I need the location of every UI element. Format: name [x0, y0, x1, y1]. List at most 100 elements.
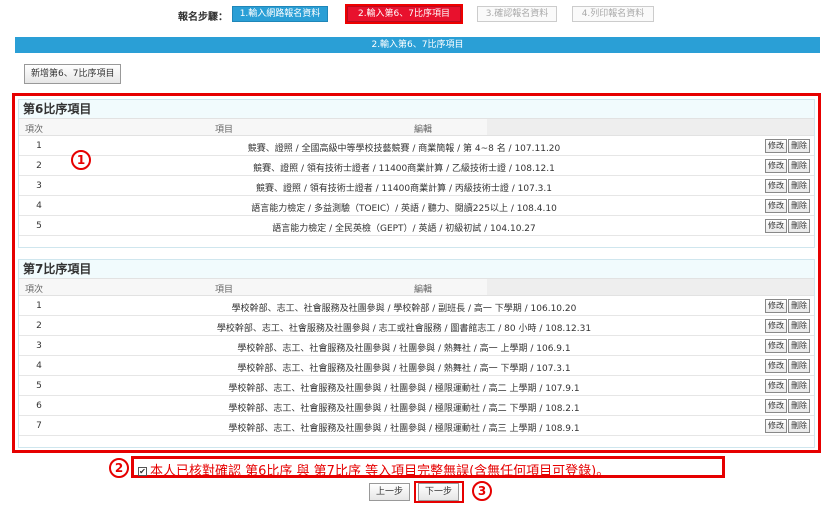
group-6-header: 第6比序項目 — [19, 100, 814, 119]
group-7-column-header: 項次 項目 編輯 — [19, 279, 814, 296]
table-row: 5 學校幹部、志工、社會服務及社團參與 / 社團參與 / 極限運動社 / 高二 … — [19, 376, 814, 396]
table-row: 2 學校幹部、志工、社會服務及社團參與 / 志工或社會服務 / 圖書館志工 / … — [19, 316, 814, 336]
table-row: 2 競賽、證照 / 領有技術士證者 / 11400商業計算 / 乙級技術士證 /… — [19, 156, 814, 176]
delete-button[interactable]: 刪除 — [788, 299, 810, 313]
column-item: 項目 — [215, 125, 234, 135]
modify-button[interactable]: 修改 — [765, 379, 787, 393]
annotation-marker-3: 3 — [472, 481, 492, 501]
row-actions: 修改 刪除 — [764, 339, 810, 353]
row-text: 競賽、證照 / 全國高級中等學校技藝競賽 / 商業簡報 / 第 4~8 名 / … — [247, 144, 561, 154]
delete-button[interactable]: 刪除 — [788, 379, 810, 393]
prev-step-button[interactable]: 上一步 — [369, 483, 411, 501]
delete-button[interactable]: 刪除 — [788, 339, 810, 353]
row-actions: 修改 刪除 — [764, 139, 810, 153]
row-actions: 修改 刪除 — [764, 319, 810, 333]
row-index: 7 — [36, 421, 42, 431]
modify-button[interactable]: 修改 — [765, 179, 787, 193]
group-6-rows: 1 競賽、證照 / 全國高級中等學校技藝競賽 / 商業簡報 / 第 4~8 名 … — [19, 136, 814, 236]
row-text: 競賽、證照 / 領有技術士證者 / 11400商業計算 / 丙級技術士證 / 1… — [256, 184, 552, 194]
table-row: 4 語言能力檢定 / 多益測驗（TOEIC）/ 英語 / 聽力、閱讀225以上 … — [19, 196, 814, 216]
modify-button[interactable]: 修改 — [765, 339, 787, 353]
row-text: 學校幹部、志工、社會服務及社團參與 / 志工或社會服務 / 圖書館志工 / 80… — [216, 324, 592, 334]
row-index: 2 — [36, 321, 42, 331]
column-header-bg — [487, 119, 814, 135]
delete-button[interactable]: 刪除 — [788, 179, 810, 193]
table-row: 1 學校幹部、志工、社會服務及社團參與 / 學校幹部 / 副班長 / 高一 下學… — [19, 296, 814, 316]
modify-button[interactable]: 修改 — [765, 199, 787, 213]
row-text: 學校幹部、志工、社會服務及社團參與 / 社團參與 / 極限運動社 / 高二 上學… — [228, 384, 580, 394]
row-index: 3 — [36, 181, 42, 191]
row-index: 1 — [36, 301, 42, 311]
row-actions: 修改 刪除 — [764, 379, 810, 393]
next-step-button[interactable]: 下一步 — [418, 483, 460, 501]
delete-button[interactable]: 刪除 — [788, 399, 810, 413]
row-index: 3 — [36, 341, 42, 351]
row-text: 語言能力檢定 / 全民英檢（GEPT）/ 英語 / 初級初試 / 104.10.… — [272, 224, 536, 234]
confirm-row: ✔ 本人已核對確認 第6比序 與 第7比序 等入項目完整無誤(含無任何項目可登錄)… — [138, 460, 609, 479]
table-row: 4 學校幹部、志工、社會服務及社團參與 / 社團參與 / 熱舞社 / 高一 下學… — [19, 356, 814, 376]
step-3-button[interactable]: 3.確認報名資料 — [477, 6, 557, 22]
row-actions: 修改 刪除 — [764, 159, 810, 173]
row-text: 學校幹部、志工、社會服務及社團參與 / 學校幹部 / 副班長 / 高一 下學期 … — [231, 304, 577, 314]
modify-button[interactable]: 修改 — [765, 159, 787, 173]
table-row: 6 學校幹部、志工、社會服務及社團參與 / 社團參與 / 極限運動社 / 高二 … — [19, 396, 814, 416]
table-row: 5 語言能力檢定 / 全民英檢（GEPT）/ 英語 / 初級初試 / 104.1… — [19, 216, 814, 236]
row-text: 學校幹部、志工、社會服務及社團參與 / 社團參與 / 極限運動社 / 高三 上學… — [228, 424, 580, 434]
row-index: 4 — [36, 201, 42, 211]
annotation-marker-2: 2 — [109, 458, 129, 478]
delete-button[interactable]: 刪除 — [788, 139, 810, 153]
row-actions: 修改 刪除 — [764, 419, 810, 433]
steps-label: 報名步驟： — [178, 12, 228, 23]
modify-button[interactable]: 修改 — [765, 219, 787, 233]
step-4-button[interactable]: 4.列印報名資料 — [572, 6, 654, 22]
row-text: 學校幹部、志工、社會服務及社團參與 / 社團參與 / 極限運動社 / 高二 下學… — [228, 404, 580, 414]
modify-button[interactable]: 修改 — [765, 359, 787, 373]
delete-button[interactable]: 刪除 — [788, 319, 810, 333]
row-index: 4 — [36, 361, 42, 371]
modify-button[interactable]: 修改 — [765, 399, 787, 413]
row-actions: 修改 刪除 — [764, 359, 810, 373]
row-index: 6 — [36, 401, 42, 411]
table-row: 3 競賽、證照 / 領有技術士證者 / 11400商業計算 / 丙級技術士證 /… — [19, 176, 814, 196]
row-text: 學校幹部、志工、社會服務及社團參與 / 社團參與 / 熱舞社 / 高一 下學期 … — [237, 364, 571, 374]
confirm-text: 本人已核對確認 第6比序 與 第7比序 等入項目完整無誤(含無任何項目可登錄)。 — [150, 464, 610, 479]
group-6-table: 第6比序項目 項次 項目 編輯 1 競賽、證照 / 全國高級中等學校技藝競賽 /… — [18, 99, 815, 248]
column-index: 項次 — [25, 125, 44, 135]
annotation-marker-1: 1 — [71, 150, 91, 170]
row-text: 競賽、證照 / 領有技術士證者 / 11400商業計算 / 乙級技術士證 / 1… — [253, 164, 555, 174]
modify-button[interactable]: 修改 — [765, 299, 787, 313]
group-7-table: 第7比序項目 項次 項目 編輯 1 學校幹部、志工、社會服務及社團參與 / 學校… — [18, 259, 815, 448]
column-edit: 編輯 — [414, 285, 433, 295]
delete-button[interactable]: 刪除 — [788, 419, 810, 433]
section-title-bar: 2.輸入第6、7比序項目 — [15, 37, 820, 53]
step-bar: 報名步驟： 1.輸入網路報名資料 2.輸入第6、7比序項目 3.確認報名資料 4… — [0, 4, 836, 24]
column-header-bg — [487, 279, 814, 295]
column-edit: 編輯 — [414, 125, 433, 135]
confirm-checkbox[interactable]: ✔ — [138, 467, 147, 476]
delete-button[interactable]: 刪除 — [788, 219, 810, 233]
table-row: 3 學校幹部、志工、社會服務及社團參與 / 社團參與 / 熱舞社 / 高一 上學… — [19, 336, 814, 356]
confirm-frame: ✔ 本人已核對確認 第6比序 與 第7比序 等入項目完整無誤(含無任何項目可登錄)… — [131, 456, 725, 479]
row-index: 5 — [36, 221, 42, 231]
step-2-button[interactable]: 2.輸入第6、7比序項目 — [345, 4, 463, 24]
row-actions: 修改 刪除 — [764, 299, 810, 313]
column-index: 項次 — [25, 285, 44, 295]
delete-button[interactable]: 刪除 — [788, 159, 810, 173]
group-6-column-header: 項次 項目 編輯 — [19, 119, 814, 136]
row-index: 5 — [36, 381, 42, 391]
row-index: 2 — [36, 161, 42, 171]
row-actions: 修改 刪除 — [764, 179, 810, 193]
column-item: 項目 — [215, 285, 234, 295]
modify-button[interactable]: 修改 — [765, 319, 787, 333]
row-actions: 修改 刪除 — [764, 219, 810, 233]
row-actions: 修改 刪除 — [764, 399, 810, 413]
modify-button[interactable]: 修改 — [765, 139, 787, 153]
row-text: 學校幹部、志工、社會服務及社團參與 / 社團參與 / 熱舞社 / 高一 上學期 … — [237, 344, 571, 354]
add-ranking-item-button[interactable]: 新增第6、7比序項目 — [24, 64, 122, 84]
row-index: 1 — [36, 141, 42, 151]
row-actions: 修改 刪除 — [764, 199, 810, 213]
step-1-button[interactable]: 1.輸入網路報名資料 — [232, 6, 328, 22]
delete-button[interactable]: 刪除 — [788, 359, 810, 373]
modify-button[interactable]: 修改 — [765, 419, 787, 433]
delete-button[interactable]: 刪除 — [788, 199, 810, 213]
